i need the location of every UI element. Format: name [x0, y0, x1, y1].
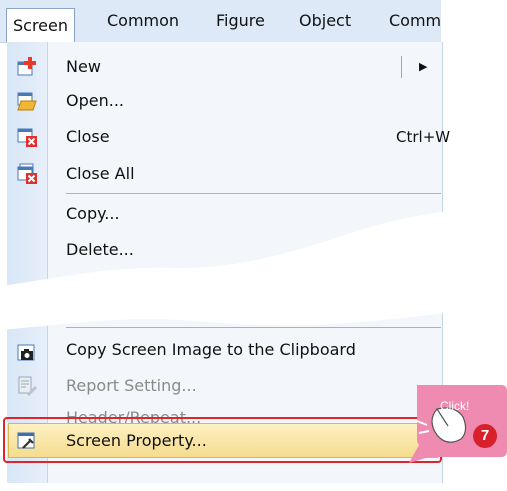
report-icon — [18, 376, 37, 396]
emphasis-frame — [3, 417, 442, 463]
menu-item-report-setting-label: Report Setting... — [66, 376, 197, 395]
step-number-badge: 7 — [473, 424, 497, 448]
menu-separator — [66, 327, 441, 328]
click-callout — [409, 385, 507, 463]
camera-icon — [17, 344, 35, 361]
menu-item-copy-screen-image[interactable]: Copy Screen Image to the Clipboard — [47, 335, 441, 365]
click-label: Click! — [440, 399, 470, 413]
menu-item-copy-screen-image-label: Copy Screen Image to the Clipboard — [66, 340, 356, 359]
menu-item-report-setting[interactable]: Report Setting... — [47, 371, 441, 401]
